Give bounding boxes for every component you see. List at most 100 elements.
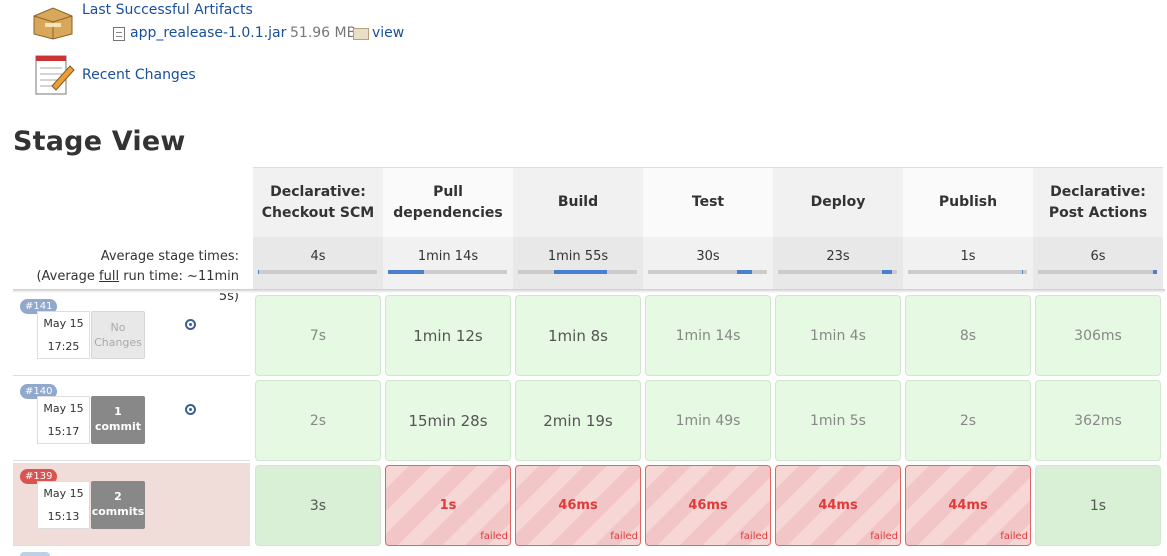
stage-duration-text: 46ms: [558, 498, 598, 513]
build-date: May 15: [43, 487, 84, 500]
changes-count: 1: [114, 405, 122, 418]
stage-duration-text: 2min 19s: [543, 411, 613, 430]
stage-duration-text: 362ms: [1074, 412, 1122, 429]
changes-label: commit: [94, 420, 142, 433]
stage-cell[interactable]: 1min 5s: [773, 378, 903, 463]
build-time: 15:17: [47, 425, 80, 438]
artifact-file-size: 51.96 MB: [290, 25, 357, 41]
stage-cell[interactable]: 2min 19s: [513, 378, 643, 463]
stage-duration: 1min 8s: [515, 295, 641, 376]
stage-progress-bar: [648, 270, 767, 274]
stage-cell[interactable]: 46ms failed: [513, 463, 643, 548]
build-info: #141 May 15 17:25 No Changes: [13, 293, 250, 376]
stage-duration: 1s failed: [385, 465, 511, 546]
stage-avg-value: 1min 14s: [417, 249, 479, 264]
stage-progress-bar: [1038, 270, 1157, 274]
stage-cell[interactable]: 1min 4s: [773, 293, 903, 378]
stage-duration-text: 7s: [309, 327, 327, 344]
stage-cell[interactable]: 2s: [253, 378, 383, 463]
stage-progress-fill: [881, 270, 893, 274]
stage-duration: 44ms failed: [775, 465, 901, 546]
stage-progress-fill: [388, 270, 424, 274]
build-info: #140 May 15 15:17 1 commit: [13, 378, 250, 461]
stage-header-0: Declarative: Checkout SCM: [253, 167, 383, 237]
download-artifact-icon[interactable]: [185, 404, 196, 415]
stage-duration: 1min 12s: [385, 295, 511, 376]
build-date: May 15: [43, 317, 84, 330]
changes-label: commits: [91, 505, 145, 518]
last-successful-artifacts-link[interactable]: Last Successful Artifacts: [82, 2, 253, 18]
build-row-2: #139 May 15 15:13 2 commits 3s 1s failed 46ms fai…: [13, 463, 1165, 548]
build-changes-box[interactable]: 1 commit: [91, 396, 145, 444]
stage-cell[interactable]: 8s: [903, 293, 1033, 378]
artifact-view-link[interactable]: view: [372, 25, 404, 41]
failed-tag: failed: [480, 531, 508, 542]
build-date-box: May 15 15:13: [37, 481, 90, 529]
stage-avg-time-0: 4s: [253, 237, 383, 289]
stage-duration: 8s: [905, 295, 1031, 376]
stage-avg-value: 23s: [826, 249, 850, 264]
stage-cell[interactable]: 44ms failed: [773, 463, 903, 548]
stage-progress-fill: [737, 270, 752, 274]
stage-cell[interactable]: 1s failed: [383, 463, 513, 548]
stage-cell[interactable]: 3s: [253, 463, 383, 548]
build-time: 17:25: [47, 340, 80, 353]
stage-avg-time-4: 23s: [773, 237, 903, 289]
stage-cell[interactable]: 1min 49s: [643, 378, 773, 463]
stage-avg-time-3: 30s: [643, 237, 773, 289]
stage-duration: 15min 28s: [385, 380, 511, 461]
build-time: 15:13: [47, 510, 80, 523]
stage-avg-time-6: 6s: [1033, 237, 1163, 289]
stage-cell[interactable]: 362ms: [1033, 378, 1163, 463]
stage-avg-value: 30s: [696, 249, 720, 264]
build-date: May 15: [43, 402, 84, 415]
artifacts-box-icon: [33, 7, 73, 40]
artifact-file-link[interactable]: app_realease-1.0.1.jar: [130, 25, 286, 41]
recent-changes-link[interactable]: Recent Changes: [82, 67, 196, 83]
full-run-time-link[interactable]: full: [99, 269, 119, 284]
stage-cell[interactable]: 44ms failed: [903, 463, 1033, 548]
stage-duration-text: 44ms: [948, 498, 988, 513]
stage-duration: 46ms failed: [645, 465, 771, 546]
stage-header-1: Pull dependencies: [383, 167, 513, 237]
stage-duration: 1min 4s: [775, 295, 901, 376]
stage-cell[interactable]: 1min 8s: [513, 293, 643, 378]
file-icon: [113, 27, 125, 41]
build-date-box: May 15 17:25: [37, 311, 90, 359]
stage-cell[interactable]: 1min 12s: [383, 293, 513, 378]
stage-duration-text: 306ms: [1074, 327, 1122, 344]
stage-cell[interactable]: 2s: [903, 378, 1033, 463]
build-changes-box[interactable]: 2 commits: [91, 481, 145, 529]
stage-cell[interactable]: 1min 14s: [643, 293, 773, 378]
stage-cell[interactable]: 306ms: [1033, 293, 1163, 378]
changes-count: 2: [114, 490, 122, 503]
stage-duration-text: 15min 28s: [408, 411, 488, 430]
stage-duration-text: 1s: [1089, 497, 1107, 514]
stage-duration-text: 1min 4s: [810, 327, 866, 344]
stage-cell[interactable]: 15min 28s: [383, 378, 513, 463]
stage-duration-text: 1min 14s: [675, 327, 741, 344]
stage-avg-time-1: 1min 14s: [383, 237, 513, 289]
avg-times-line1: Average stage times:: [100, 249, 239, 264]
avg-prefix: (Average: [36, 269, 100, 284]
stage-avg-value: 1s: [960, 249, 976, 264]
stage-avg-value: 6s: [1090, 249, 1106, 264]
stage-duration: 1min 14s: [645, 295, 771, 376]
stage-header-6: Declarative: Post Actions: [1033, 167, 1163, 237]
stage-duration-text: 2s: [309, 412, 327, 429]
stage-cell[interactable]: 1s: [1033, 463, 1163, 548]
stage-cells: 7s 1min 12s 1min 8s 1min 14s 1min 4s 8s 306ms: [253, 293, 1163, 378]
download-artifact-icon[interactable]: [185, 319, 196, 330]
next-build-badge[interactable]: [20, 552, 50, 556]
view-fingerprint-icon: [353, 28, 369, 40]
build-changes-box[interactable]: No Changes: [91, 311, 145, 359]
failed-tag: failed: [1000, 531, 1028, 542]
stage-duration-text: 46ms: [688, 498, 728, 513]
stage-cell[interactable]: 7s: [253, 293, 383, 378]
stage-progress-bar: [388, 270, 507, 274]
stage-duration-text: 8s: [959, 327, 977, 344]
stage-cells: 3s 1s failed 46ms failed 46ms failed 44ms failed…: [253, 463, 1163, 548]
stage-cell[interactable]: 46ms failed: [643, 463, 773, 548]
stage-progress-bar: [778, 270, 897, 274]
stage-progress-bar: [518, 270, 637, 274]
